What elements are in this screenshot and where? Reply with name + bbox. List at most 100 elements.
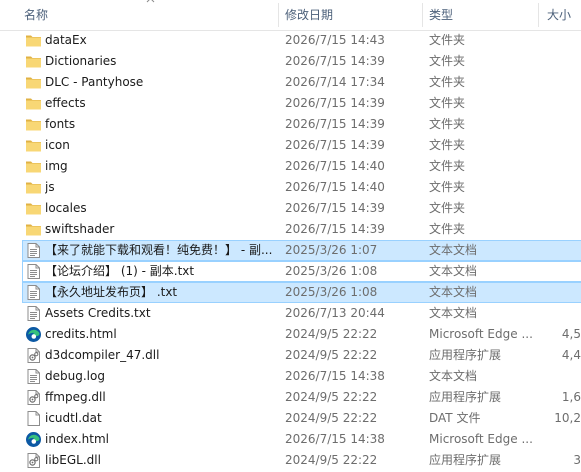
file-row[interactable]: effects 2026/7/15 14:39 文件夹: [0, 93, 581, 114]
file-date: 2025/3/26 1:08: [285, 264, 378, 278]
file-size: 4,5: [561, 327, 581, 341]
file-date: 2026/7/15 14:43: [285, 33, 385, 47]
file-row[interactable]: libEGL.dll 2024/9/5 22:22 应用程序扩展 3: [0, 450, 581, 471]
folder-icon: [26, 119, 41, 131]
file-date: 2024/9/5 22:22: [285, 327, 378, 341]
folder-icon: [26, 182, 41, 194]
file-type: 文本文档: [429, 243, 478, 257]
file-row[interactable]: 【来了就能下载和观看！纯免费！】 - 副... 2025/3/26 1:07 文本文…: [0, 240, 581, 261]
folder-icon: [26, 203, 41, 215]
file-date: 2026/7/15 14:39: [285, 222, 385, 236]
file-name: libEGL.dll: [45, 453, 101, 467]
column-header-name[interactable]: 名称: [24, 0, 274, 30]
file-name: index.html: [45, 432, 109, 446]
file-date: 2026/7/15 14:39: [285, 138, 385, 152]
file-list: dataEx 2026/7/15 14:43 文件夹 Dictionaries 202…: [0, 30, 581, 471]
file-type: 文本文档: [429, 285, 478, 299]
file-type: 文件夹: [429, 159, 466, 173]
file-row[interactable]: Dictionaries 2026/7/15 14:39 文件夹: [0, 51, 581, 72]
column-header-type[interactable]: 类型: [429, 0, 535, 30]
file-type: 文件夹: [429, 222, 466, 236]
file-date: 2026/7/15 14:39: [285, 117, 385, 131]
file-date: 2026/7/15 14:40: [285, 159, 385, 173]
file-name: d3dcompiler_47.dll: [45, 348, 160, 362]
folder-icon: [26, 77, 41, 89]
file-date: 2024/9/5 22:22: [285, 411, 378, 425]
file-row[interactable]: Assets Credits.txt 2026/7/13 20:44 文本文档: [0, 303, 581, 324]
file-size: [545, 429, 581, 450]
file-size: 1,6: [561, 390, 581, 404]
file-row[interactable]: debug.log 2026/7/15 14:38 文本文档: [0, 366, 581, 387]
file-row[interactable]: fonts 2026/7/15 14:39 文件夹: [0, 114, 581, 135]
file-date: 2026/7/15 14:38: [285, 369, 385, 383]
file-type: 文件夹: [429, 75, 466, 89]
column-header-size[interactable]: 大小: [547, 0, 581, 30]
file-row[interactable]: icudtl.dat 2024/9/5 22:22 DAT 文件 10,2: [0, 408, 581, 429]
column-header: 名称 修改日期 类型 大小: [0, 0, 581, 31]
file-type: DAT 文件: [429, 411, 481, 425]
file-type: 文本文档: [429, 369, 478, 383]
file-date: 2026/7/15 14:39: [285, 201, 385, 215]
file-row[interactable]: swiftshader 2026/7/15 14:39 文件夹: [0, 219, 581, 240]
file-name: icudtl.dat: [45, 411, 102, 425]
file-date: 2026/7/15 14:40: [285, 180, 385, 194]
file-row[interactable]: dataEx 2026/7/15 14:43 文件夹: [0, 30, 581, 51]
file-name: dataEx: [45, 33, 87, 47]
file-date: 2026/7/15 14:39: [285, 96, 385, 110]
dll-icon: [27, 390, 40, 405]
file-date: 2025/3/26 1:08: [285, 285, 378, 299]
file-row[interactable]: index.html 2026/7/15 14:38 Microsoft Edge …: [0, 429, 581, 450]
file-size: [545, 219, 581, 240]
file-name: credits.html: [45, 327, 117, 341]
text-file-icon: [27, 264, 40, 279]
column-divider[interactable]: [278, 3, 279, 27]
file-size: [545, 261, 581, 282]
file-row[interactable]: credits.html 2024/9/5 22:22 Microsoft Edge…: [0, 324, 581, 345]
file-row[interactable]: js 2026/7/15 14:40 文件夹: [0, 177, 581, 198]
edge-icon: [26, 327, 41, 342]
file-size: [545, 303, 581, 324]
file-date: 2026/7/13 20:44: [285, 306, 385, 320]
file-date: 2024/9/5 22:22: [285, 348, 378, 362]
file-name: 【论坛介绍】 (1) - 副本.txt: [45, 264, 195, 278]
file-size: [545, 177, 581, 198]
file-size: [545, 366, 581, 387]
file-row[interactable]: 【永久地址发布页】 .txt 2025/3/26 1:08 文本文档: [0, 282, 581, 303]
file-type: 应用程序扩展: [429, 453, 502, 467]
dll-icon: [27, 348, 40, 363]
file-row[interactable]: DLC - Pantyhose 2026/7/14 17:34 文件夹: [0, 72, 581, 93]
file-row[interactable]: 【论坛介绍】 (1) - 副本.txt 2025/3/26 1:08 文本文档: [0, 261, 581, 282]
column-header-date[interactable]: 修改日期: [285, 0, 421, 30]
file-date: 2026/7/15 14:39: [285, 54, 385, 68]
file-name: Dictionaries: [45, 54, 117, 68]
text-file-icon: [27, 306, 40, 321]
folder-icon: [26, 140, 41, 152]
folder-icon: [26, 224, 41, 236]
dll-icon: [27, 453, 40, 468]
file-date: 2024/9/5 22:22: [285, 390, 378, 404]
file-size: [545, 240, 581, 261]
file-size: [545, 135, 581, 156]
file-size: 3: [573, 453, 581, 467]
file-name: icon: [45, 138, 70, 152]
file-row[interactable]: d3dcompiler_47.dll 2024/9/5 22:22 应用程序扩展 4,…: [0, 345, 581, 366]
file-name: 【来了就能下载和观看！纯免费！】 - 副...: [45, 243, 273, 257]
file-name: fonts: [45, 117, 76, 131]
folder-icon: [26, 98, 41, 110]
file-name: ffmpeg.dll: [45, 390, 106, 404]
edge-icon: [26, 432, 41, 447]
file-type: 文件夹: [429, 201, 466, 215]
file-row[interactable]: ffmpeg.dll 2024/9/5 22:22 应用程序扩展 1,6: [0, 387, 581, 408]
file-row[interactable]: icon 2026/7/15 14:39 文件夹: [0, 135, 581, 156]
file-row[interactable]: img 2026/7/15 14:40 文件夹: [0, 156, 581, 177]
file-type: 文本文档: [429, 264, 478, 278]
file-size: [545, 198, 581, 219]
file-type: Microsoft Edge ...: [429, 432, 533, 446]
folder-icon: [26, 56, 41, 68]
column-divider[interactable]: [422, 3, 423, 27]
blank-file-icon: [27, 411, 40, 426]
file-size: 10,2: [554, 411, 581, 425]
column-divider[interactable]: [538, 3, 539, 27]
text-file-icon: [27, 243, 40, 258]
file-row[interactable]: locales 2026/7/15 14:39 文件夹: [0, 198, 581, 219]
